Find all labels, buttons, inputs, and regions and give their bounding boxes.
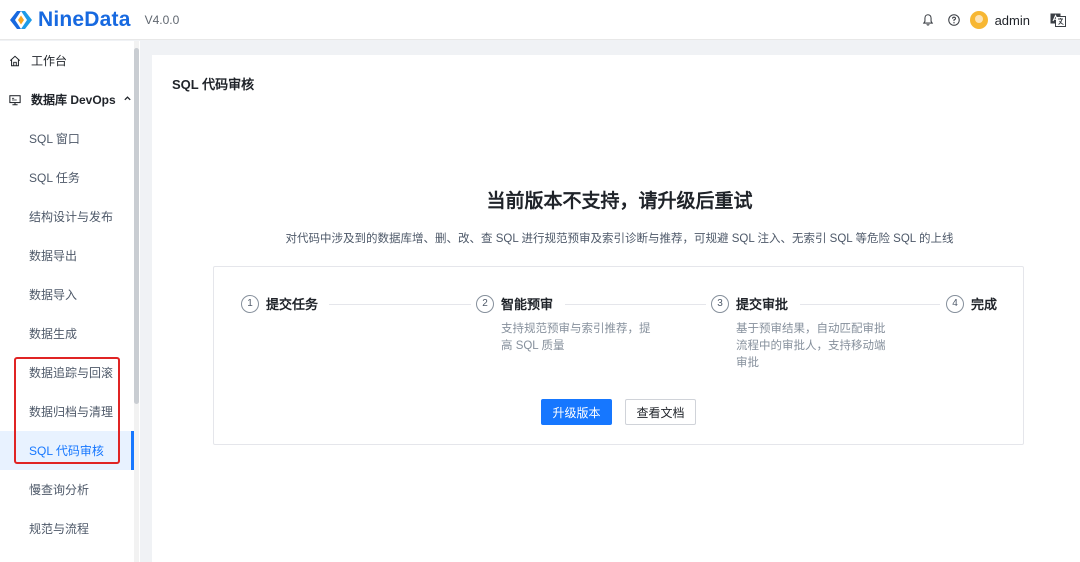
step-submit-approval: 3 提交审批 <box>711 294 788 313</box>
step-smart-review: 2 智能预审 <box>476 294 553 313</box>
sidebar-item-sql-review[interactable]: SQL 代码审核 <box>0 431 134 470</box>
step-title: 智能预审 <box>501 297 554 312</box>
sidebar-item-label: 数据导出 <box>29 249 78 263</box>
sidebar-item-data-export[interactable]: 数据导出 <box>0 236 134 275</box>
unsupported-headline: 当前版本不支持，请升级后重试 <box>486 191 753 212</box>
translate-icon[interactable] <box>1050 13 1066 27</box>
view-docs-button[interactable]: 查看文档 <box>625 399 696 425</box>
sidebar-item-standards[interactable]: 规范与流程 <box>0 509 134 548</box>
logo-icon <box>8 9 34 31</box>
sidebar-item-label: 数据归档与清理 <box>29 405 114 419</box>
sidebar-item-label: 数据导入 <box>29 288 78 302</box>
sidebar-item-workbench[interactable]: 工作台 <box>0 41 134 80</box>
sidebar-item-data-archive[interactable]: 数据归档与清理 <box>0 392 134 431</box>
step-connector <box>565 304 706 305</box>
step-description: 支持规范预审与索引推荐，提高 SQL 质量 <box>501 323 651 352</box>
sidebar-item-label: 结构设计与发布 <box>29 210 114 224</box>
home-icon <box>7 53 23 69</box>
page-title: SQL 代码审核 <box>172 77 255 92</box>
sidebar-item-slow-query[interactable]: 慢查询分析 <box>0 470 134 509</box>
monitor-icon <box>7 92 23 108</box>
sidebar-item-label: 规范与流程 <box>29 522 90 536</box>
step-title: 提交审批 <box>736 297 789 312</box>
step-complete: 4 完成 <box>946 294 997 313</box>
brand-logo[interactable]: NineData <box>8 8 131 32</box>
sidebar-item-label: SQL 任务 <box>29 171 80 185</box>
feature-description: 对代码中涉及到的数据库增、删、改、查 SQL 进行规范预审及索引诊断与推荐，可规… <box>285 233 954 245</box>
version-label: V4.0.0 <box>144 12 180 27</box>
sidebar-scrollbar-thumb[interactable] <box>134 48 139 404</box>
help-icon[interactable] <box>946 12 962 28</box>
step-description: 基于预审结果，自动匹配审批流程中的审批人，支持移动端审批 <box>736 323 886 369</box>
sidebar-item-label: 工作台 <box>31 54 68 68</box>
sidebar-item-data-import[interactable]: 数据导入 <box>0 275 134 314</box>
sidebar-item-data-generate[interactable]: 数据生成 <box>0 314 134 353</box>
step-submit-task: 1 提交任务 <box>241 294 318 313</box>
chevron-up-icon <box>123 94 132 105</box>
step-connector <box>329 304 471 305</box>
sidebar-group-devops[interactable]: 数据库 DevOps <box>0 80 134 119</box>
sidebar-item-label: SQL 代码审核 <box>29 444 104 458</box>
username[interactable]: admin <box>995 13 1030 28</box>
step-title: 完成 <box>971 297 998 312</box>
sidebar-item-label: 数据库 DevOps <box>31 93 116 107</box>
step-number: 3 <box>711 294 729 313</box>
top-header: NineData V4.0.0 admin <box>0 0 1080 40</box>
sidebar-item-label: 慢查询分析 <box>29 483 90 497</box>
step-number: 1 <box>241 294 259 313</box>
step-connector <box>800 304 940 305</box>
step-number: 4 <box>946 294 964 313</box>
sidebar-item-label: 数据追踪与回滚 <box>29 366 114 380</box>
avatar[interactable] <box>969 11 988 29</box>
sidebar-item-label: 数据生成 <box>29 327 78 341</box>
step-number: 2 <box>476 294 494 313</box>
sidebar-item-sql-window[interactable]: SQL 窗口 <box>0 119 134 158</box>
brand-name: NineData <box>38 7 131 31</box>
steps-panel: 1 提交任务 2 智能预审 支持规范预审与索引推荐，提高 SQL 质量 3 提交… <box>213 266 1024 445</box>
sidebar-item-sql-task[interactable]: SQL 任务 <box>0 158 134 197</box>
sidebar-item-schema-design[interactable]: 结构设计与发布 <box>0 197 134 236</box>
bell-icon[interactable] <box>920 12 936 28</box>
sidebar-item-label: SQL 窗口 <box>29 132 80 146</box>
main-panel: SQL 代码审核 当前版本不支持，请升级后重试 对代码中涉及到的数据库增、删、改… <box>152 55 1080 562</box>
step-title: 提交任务 <box>266 297 319 312</box>
sidebar-item-data-tracking[interactable]: 数据追踪与回滚 <box>0 353 134 392</box>
upgrade-button[interactable]: 升级版本 <box>541 399 612 425</box>
